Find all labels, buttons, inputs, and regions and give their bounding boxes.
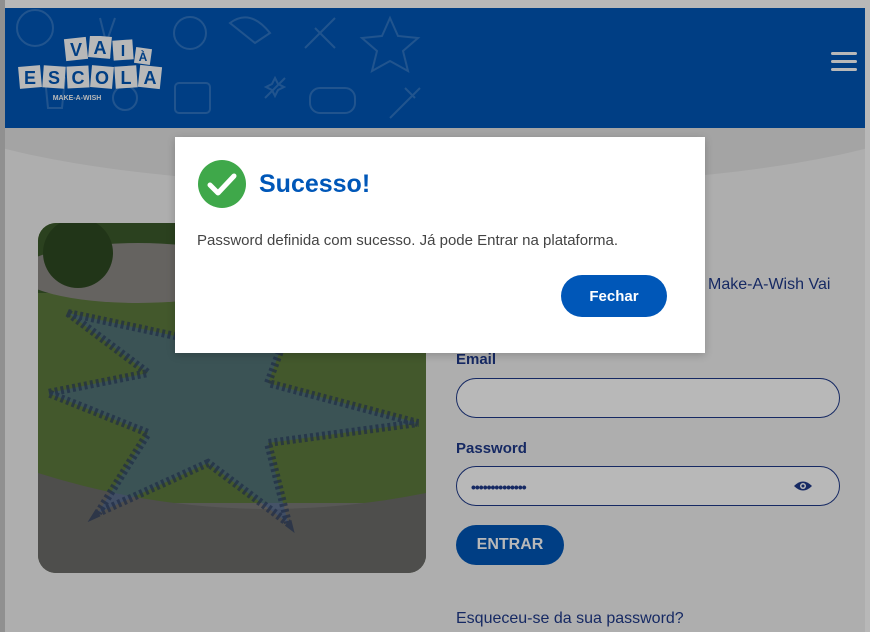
dialog-header: Sucesso! [197, 159, 370, 209]
close-button[interactable]: Fechar [561, 275, 667, 317]
dialog-message: Password definida com sucesso. Já pode E… [197, 232, 619, 249]
success-dialog: Sucesso! Password definida com sucesso. … [175, 137, 705, 353]
dialog-title: Sucesso! [259, 169, 371, 198]
check-circle-icon [198, 160, 246, 208]
